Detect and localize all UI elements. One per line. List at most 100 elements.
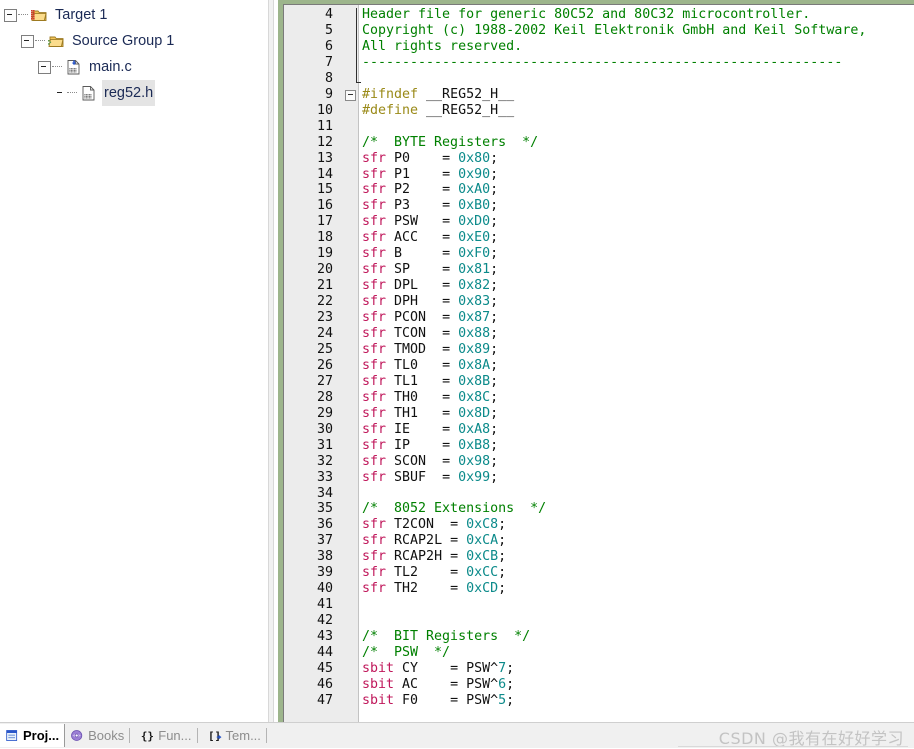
code-line[interactable]: 4 Header file for generic 80C52 and 80C32… — [284, 7, 914, 23]
code-line[interactable]: 30 sfr IE = 0xA8; — [284, 422, 914, 438]
tree-expander-collapse-icon[interactable] — [38, 60, 51, 74]
code-line[interactable]: 6 All rights reserved. — [284, 39, 914, 55]
code-line[interactable]: 20 sfr SP = 0x81; — [284, 262, 914, 278]
code-line[interactable]: 35 /* 8052 Extensions */ — [284, 501, 914, 517]
code-line-text: sfr P2 = 0xA0; — [362, 182, 498, 198]
code-line[interactable]: 42 — [284, 613, 914, 629]
code-line[interactable]: 8 — [284, 71, 914, 87]
code-token-pl: ; — [490, 214, 499, 230]
code-line-text: ----------------------------------------… — [362, 55, 842, 71]
code-line[interactable]: 40 sfr TH2 = 0xCD; — [284, 581, 914, 597]
code-token-kw: sfr — [362, 517, 387, 533]
code-line[interactable]: 11 — [284, 119, 914, 135]
line-number: 28 — [316, 389, 333, 405]
code-line-text: sfr PSW = 0xD0; — [362, 214, 498, 230]
code-token-pl: AC = PSW^ — [394, 676, 499, 692]
code-token-pl: DPH = — [386, 294, 459, 310]
code-line-text: sfr B = 0xF0; — [362, 246, 498, 262]
code-line[interactable]: 46 sbit AC = PSW^6; — [284, 677, 914, 693]
code-line[interactable]: 26 sfr TL0 = 0x8A; — [284, 358, 914, 374]
code-token-pl: SBUF = — [386, 469, 459, 485]
tree-item-target-1[interactable]: Target 1 — [0, 2, 263, 28]
code-line[interactable]: 9 #ifndef __REG52_H__ — [284, 87, 914, 103]
code-token-num: 0xA0 — [458, 182, 491, 198]
code-token-kw: sfr — [362, 565, 387, 581]
code-line[interactable]: 21 sfr DPL = 0x82; — [284, 278, 914, 294]
code-token-num: 0xCC — [466, 565, 499, 581]
code-line[interactable]: 13 sfr P0 = 0x80; — [284, 151, 914, 167]
code-line[interactable]: 18 sfr ACC = 0xE0; — [284, 230, 914, 246]
code-token-kw: sbit — [362, 676, 395, 692]
tree-expander-collapse-icon[interactable] — [4, 8, 17, 22]
code-line[interactable]: 43 /* BIT Registers */ — [284, 629, 914, 645]
code-token-num: 0xA8 — [458, 421, 491, 437]
tree-item-source-group-1[interactable]: Source Group 1 — [0, 28, 263, 54]
code-line[interactable]: 34 — [284, 486, 914, 502]
code-token-pl: ; — [498, 549, 507, 565]
code-line[interactable]: 10 #define __REG52_H__ — [284, 103, 914, 119]
code-token-num: 0x90 — [458, 166, 491, 182]
source-editor[interactable]: 4 Header file for generic 80C52 and 80C32… — [283, 4, 914, 723]
project-tree[interactable]: Target 1 Source Group 1 main.c reg52.h — [0, 0, 263, 106]
code-line[interactable]: 47 sbit F0 = PSW^5; — [284, 693, 914, 709]
code-line[interactable]: 24 sfr TCON = 0x88; — [284, 326, 914, 342]
code-line[interactable]: 19 sfr B = 0xF0; — [284, 246, 914, 262]
code-line[interactable]: 14 sfr P1 = 0x90; — [284, 167, 914, 183]
code-token-pl: RCAP2L = — [386, 533, 467, 549]
code-text-area[interactable]: 4 Header file for generic 80C52 and 80C32… — [284, 5, 914, 723]
code-line[interactable]: 32 sfr SCON = 0x98; — [284, 454, 914, 470]
code-line[interactable]: 15 sfr P2 = 0xA0; — [284, 182, 914, 198]
code-line[interactable]: 36 sfr T2CON = 0xC8; — [284, 517, 914, 533]
code-token-pl: ; — [490, 198, 499, 214]
view-tab-fun[interactable]: {} Fun... — [135, 724, 202, 747]
code-line-text: sfr TH0 = 0x8C; — [362, 390, 498, 406]
code-token-pl: ; — [490, 278, 499, 294]
code-token-pl: SP = — [386, 262, 459, 278]
view-tab-bar[interactable]: Proj... Books {} Fun... [] Tem... — [0, 723, 272, 748]
code-line[interactable]: 7 ---------------------------------------… — [284, 55, 914, 71]
code-line[interactable]: 23 sfr PCON = 0x87; — [284, 310, 914, 326]
code-line[interactable]: 22 sfr DPH = 0x83; — [284, 294, 914, 310]
code-line[interactable]: 33 sfr SBUF = 0x99; — [284, 470, 914, 486]
code-token-pl: TH2 = — [386, 581, 467, 597]
code-token-pl: TH1 = — [386, 405, 459, 421]
line-number: 37 — [316, 533, 333, 549]
code-line[interactable]: 5 Copyright (c) 1988-2002 Keil Elektronik… — [284, 23, 914, 39]
code-line[interactable]: 16 sfr P3 = 0xB0; — [284, 198, 914, 214]
code-token-pl: F0 = PSW^ — [394, 692, 499, 708]
code-token-num: 0xCD — [466, 581, 499, 597]
code-line[interactable]: 41 — [284, 597, 914, 613]
code-line[interactable]: 31 sfr IP = 0xB8; — [284, 438, 914, 454]
code-line[interactable]: 25 sfr TMOD = 0x89; — [284, 342, 914, 358]
code-token-pl: ; — [490, 357, 499, 373]
code-line[interactable]: 28 sfr TH0 = 0x8C; — [284, 390, 914, 406]
code-line-text: sbit F0 = PSW^5; — [362, 693, 514, 709]
panel-splitter[interactable] — [263, 0, 278, 722]
code-line[interactable]: 38 sfr RCAP2H = 0xCB; — [284, 549, 914, 565]
code-line[interactable]: 44 /* PSW */ — [284, 645, 914, 661]
code-line[interactable]: 17 sfr PSW = 0xD0; — [284, 214, 914, 230]
code-line[interactable]: 45 sbit CY = PSW^7; — [284, 661, 914, 677]
tree-item-main-c[interactable]: main.c — [0, 54, 263, 80]
tree-item-reg52-h[interactable]: reg52.h — [0, 80, 263, 106]
code-line[interactable]: 39 sfr TL2 = 0xCC; — [284, 565, 914, 581]
view-tab-tem[interactable]: [] Tem... — [203, 724, 272, 747]
view-tab-books[interactable]: Books — [65, 724, 135, 747]
tree-item-label: Target 1 — [55, 7, 108, 23]
line-number: 13 — [316, 150, 333, 166]
view-tab-proj[interactable]: Proj... — [0, 724, 66, 747]
code-line[interactable]: 27 sfr TL1 = 0x8B; — [284, 374, 914, 390]
tree-expander-collapse-icon[interactable] — [21, 34, 34, 48]
code-token-pl: ; — [490, 326, 499, 341]
code-line[interactable]: 37 sfr RCAP2L = 0xCA; — [284, 533, 914, 549]
code-line[interactable]: 12 /* BYTE Registers */ — [284, 135, 914, 151]
code-token-kw: sfr — [362, 533, 387, 549]
fold-toggle-icon[interactable] — [345, 89, 356, 101]
line-number: 33 — [316, 469, 333, 485]
splitter-handle[interactable] — [268, 0, 274, 722]
code-line-text: sfr TMOD = 0x89; — [362, 342, 498, 358]
line-number: 9 — [324, 86, 333, 102]
code-line[interactable]: 29 sfr TH1 = 0x8D; — [284, 406, 914, 422]
code-token-num: 0xCA — [466, 533, 499, 549]
code-token-kw: sfr — [362, 262, 387, 278]
